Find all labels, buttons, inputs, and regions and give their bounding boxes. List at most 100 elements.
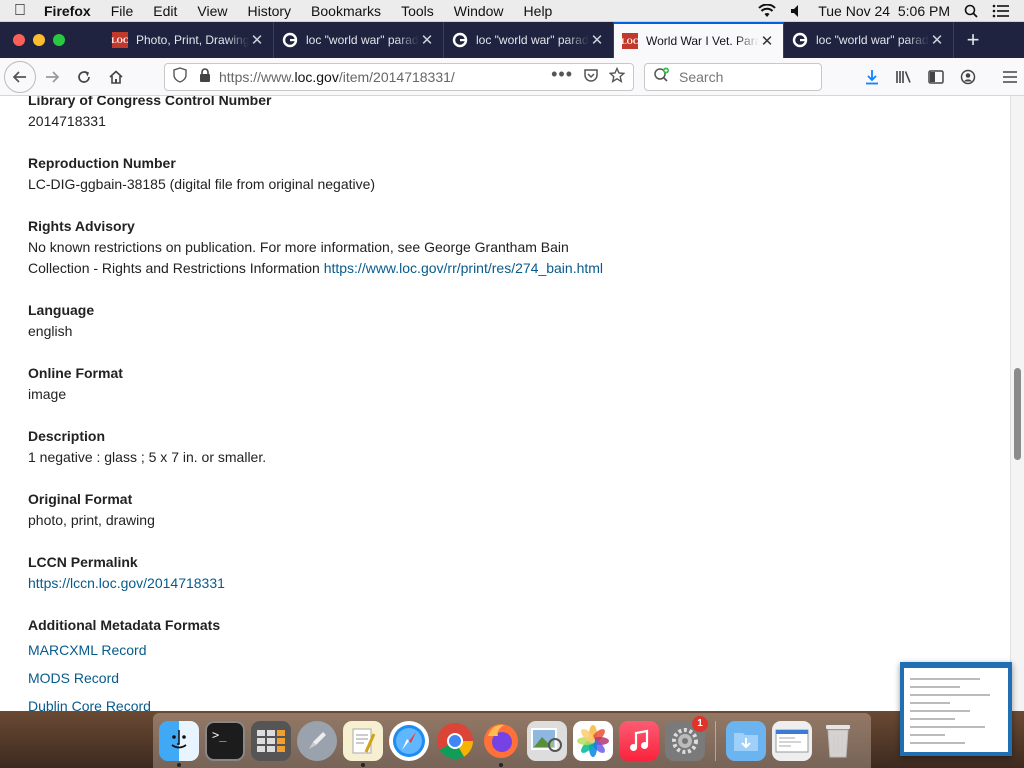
hamburger-menu-icon[interactable]: [994, 61, 1024, 93]
running-indicator: [361, 762, 365, 767]
search-bar[interactable]: Search: [644, 62, 822, 91]
preview-icon[interactable]: [527, 720, 567, 761]
tab-photo-print-drawing[interactable]: LOC Photo, Print, Drawing ✕: [104, 22, 274, 58]
tab-close-icon[interactable]: ✕: [929, 31, 945, 49]
pocket-icon[interactable]: [583, 67, 599, 86]
menu-tools[interactable]: Tools: [391, 3, 444, 19]
finder-icon[interactable]: [159, 720, 199, 767]
tab-google-search-2[interactable]: loc "world war" parade ✕: [444, 22, 614, 58]
page-actions-more-icon[interactable]: •••: [551, 65, 573, 85]
tab-close-icon[interactable]: ✕: [249, 31, 265, 49]
tracking-protection-shield-icon[interactable]: [173, 67, 187, 86]
control-center-icon[interactable]: [992, 4, 1010, 18]
tab-google-search-3[interactable]: loc "world war" parade ✕: [784, 22, 954, 58]
music-icon[interactable]: [619, 720, 659, 761]
google-favicon-icon: [792, 32, 808, 48]
field-value: 1 negative : glass ; 5 x 7 in. or smalle…: [28, 449, 267, 465]
macos-dock: >_ 1: [153, 713, 871, 768]
field-original-format: Original Format photo, print, drawing: [28, 489, 155, 531]
tab-title: Photo, Print, Drawing: [136, 33, 249, 47]
menubar-clock[interactable]: Tue Nov 24 5:06 PM: [818, 3, 950, 19]
launchpad-icon[interactable]: [297, 720, 337, 761]
calculator-icon[interactable]: [251, 720, 291, 761]
account-icon[interactable]: [952, 61, 984, 93]
field-online-format: Online Format image: [28, 363, 123, 405]
close-window-button[interactable]: [13, 34, 25, 46]
field-rights-advisory: Rights Advisory No known restrictions on…: [28, 216, 603, 279]
tab-close-icon[interactable]: ✕: [589, 31, 605, 49]
forward-button[interactable]: [36, 61, 68, 93]
apple-menu-icon[interactable]: : [0, 2, 40, 20]
menu-history[interactable]: History: [237, 3, 301, 19]
terminal-icon[interactable]: >_: [205, 720, 245, 761]
rights-link[interactable]: https://www.loc.gov/rr/print/res/274_bai…: [324, 260, 603, 276]
textedit-icon[interactable]: [343, 720, 383, 767]
marcxml-record-link[interactable]: MARCXML Record: [28, 642, 147, 658]
url-path: /item/2014718331/: [338, 68, 455, 85]
firefox-icon[interactable]: [481, 721, 521, 767]
macos-menu-bar:  Firefox File Edit View History Bookmar…: [0, 0, 1024, 22]
loc-favicon-icon: LOC: [621, 33, 639, 49]
scrollbar-thumb[interactable]: [1014, 368, 1021, 460]
bookmark-star-icon[interactable]: [608, 66, 626, 86]
downloads-folder-icon[interactable]: [726, 720, 766, 761]
field-value: image: [28, 386, 67, 402]
menu-file[interactable]: File: [101, 3, 144, 19]
screenshot-stack-icon[interactable]: [772, 720, 812, 761]
back-button[interactable]: [4, 60, 36, 93]
tab-title: loc "world war" parade: [306, 33, 419, 47]
volume-icon[interactable]: [790, 4, 804, 18]
field-label: Description: [28, 428, 106, 444]
menu-window[interactable]: Window: [444, 3, 514, 19]
tab-close-icon[interactable]: ✕: [419, 31, 435, 49]
trash-icon[interactable]: [818, 721, 858, 761]
field-label: Online Format: [28, 365, 123, 381]
sidebar-icon[interactable]: [920, 61, 952, 93]
menu-bookmarks[interactable]: Bookmarks: [301, 3, 391, 19]
downloads-icon[interactable]: [856, 61, 888, 93]
tab-google-search-1[interactable]: loc "world war" parade ✕: [274, 22, 444, 58]
search-engine-icon[interactable]: [653, 67, 671, 86]
tab-world-war-vet-parade[interactable]: LOC World War I Vet. Parade ✕: [614, 22, 784, 58]
menu-app-name[interactable]: Firefox: [40, 3, 101, 19]
permalink-link[interactable]: https://lccn.loc.gov/2014718331: [28, 575, 225, 591]
field-description: Description 1 negative : glass ; 5 x 7 i…: [28, 426, 266, 468]
menu-edit[interactable]: Edit: [143, 3, 187, 19]
field-value-line2: Collection - Rights and Restrictions Inf…: [28, 258, 603, 279]
running-indicator: [177, 762, 181, 767]
window-controls: [0, 22, 104, 58]
zoom-window-button[interactable]: [53, 34, 65, 46]
minimize-window-button[interactable]: [33, 34, 45, 46]
field-label: Original Format: [28, 491, 133, 507]
field-value: 2014718331: [28, 113, 106, 129]
url-text[interactable]: https://www.loc.gov/item/2014718331/: [219, 69, 551, 85]
field-lccn: Library of Congress Control Number 20147…: [28, 96, 271, 132]
photos-icon[interactable]: [573, 720, 613, 761]
page-scrollbar[interactable]: [1010, 96, 1024, 711]
tab-close-icon[interactable]: ✕: [759, 32, 775, 50]
navigation-toolbar: https://www.loc.gov/item/2014718331/ •••…: [0, 58, 1024, 96]
library-icon[interactable]: [888, 61, 920, 93]
dublin-core-record-link[interactable]: Dublin Core Record: [28, 698, 151, 711]
field-reproduction-number: Reproduction Number LC-DIG-ggbain-38185 …: [28, 153, 375, 195]
lock-icon[interactable]: [199, 68, 211, 85]
url-bar[interactable]: https://www.loc.gov/item/2014718331/ •••: [164, 62, 634, 91]
menu-view[interactable]: View: [187, 3, 237, 19]
field-lccn-permalink: LCCN Permalink https://lccn.loc.gov/2014…: [28, 552, 225, 594]
menu-help[interactable]: Help: [514, 3, 563, 19]
wifi-icon[interactable]: [758, 3, 776, 18]
screenshot-preview-thumbnail[interactable]: [900, 662, 1012, 756]
tab-title: World War I Vet. Parade: [646, 34, 759, 48]
system-preferences-icon[interactable]: 1: [665, 715, 708, 761]
new-tab-button[interactable]: +: [954, 22, 992, 58]
safari-icon[interactable]: [389, 720, 429, 761]
reload-button[interactable]: [68, 61, 100, 93]
spotlight-search-icon[interactable]: [964, 4, 978, 18]
google-favicon-icon: [282, 32, 298, 48]
mods-record-link[interactable]: MODS Record: [28, 670, 119, 686]
chrome-icon[interactable]: [435, 721, 475, 761]
tab-title: loc "world war" parade: [816, 33, 929, 47]
home-button[interactable]: [100, 61, 132, 93]
running-indicator: [499, 762, 503, 767]
notification-badge: 1: [692, 715, 708, 732]
